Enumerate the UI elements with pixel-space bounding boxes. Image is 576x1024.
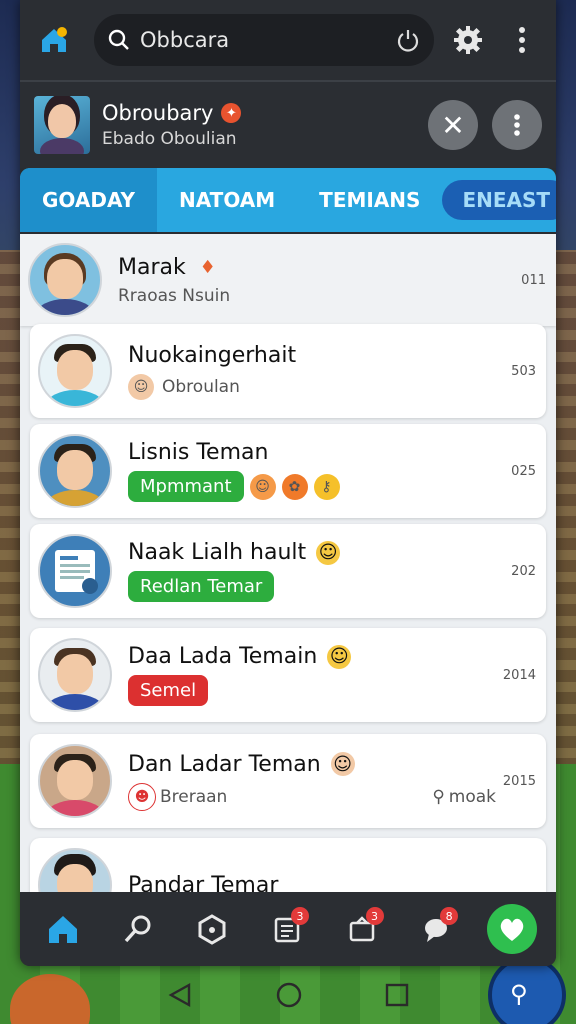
document-icon [55, 550, 98, 594]
tab-temians[interactable]: TEMIANS [297, 168, 442, 232]
nav-search[interactable] [114, 905, 162, 953]
back-icon[interactable] [167, 982, 193, 1008]
contact-status: Obroulan [162, 376, 240, 397]
avatar [38, 434, 112, 508]
fire-icon: ♦ [199, 256, 216, 278]
list-item[interactable]: Daa Lada Temain ☺ Semel 2014 [30, 628, 546, 722]
item-count: 202 [511, 563, 536, 579]
profile-header: Obroubary ✦ Ebado Oboulian ✕ [20, 82, 556, 168]
nav-inbox[interactable]: 3 [338, 905, 386, 953]
tab-eneast[interactable]: ENEAST [442, 180, 556, 220]
contact-name: Daa Lada Temain [128, 644, 318, 669]
chat-button[interactable] [486, 904, 537, 954]
avatar [38, 534, 112, 608]
contact-list: Marak ♦ Rraoas Nsuin 011 Nuokaingerhait ☺… [20, 234, 556, 892]
nav-messages[interactable]: 8 [412, 905, 460, 953]
smiley-icon: ☺ [249, 473, 276, 500]
contact-name: Dan Ladar Teman [128, 751, 321, 777]
home-circle-icon[interactable] [275, 981, 303, 1009]
list-item[interactable]: Naak Lialh hault ☺ Redlan Temar 202 [30, 524, 546, 618]
top-bar: Obbcara [20, 0, 556, 82]
tab-bar: GOADAY NATOAM TEMIANS ENEAST [20, 168, 556, 232]
contact-name: Lisnis Teman [128, 440, 269, 465]
nav-home[interactable] [39, 905, 87, 953]
home-icon [49, 916, 78, 943]
app-window: Obbcara Obroubary ✦ Ebado Oboulian ✕ GOAD… [20, 0, 556, 966]
more-vertical-icon[interactable] [502, 20, 542, 60]
close-icon: ✕ [441, 108, 465, 142]
list-item[interactable]: Lisnis Teman Mpmmant ☺ ✿ ⚷ 025 [30, 424, 546, 518]
avatar [38, 334, 112, 408]
status-badge: Redlan Temar [128, 571, 275, 602]
notification-badge: 3 [290, 907, 309, 925]
hexagon-icon [198, 914, 226, 945]
list-item[interactable]: Pandar Temar 1018 [30, 838, 546, 892]
notification-badge: 3 [365, 907, 384, 925]
more-vertical-icon [514, 114, 520, 136]
contact-name: Naak Lialh hault [128, 540, 307, 565]
status-badge: Mpmmant [128, 471, 244, 502]
avatar-mini-icon: ☺ [128, 373, 154, 400]
status-badge: Semel [128, 675, 209, 706]
bottom-nav: 3 3 8 [20, 892, 556, 966]
tab-goaday[interactable]: GOADAY [20, 168, 158, 232]
avatar [38, 848, 112, 892]
key-icon: ⚷ [313, 473, 340, 500]
home-icon[interactable] [34, 20, 74, 60]
contact-name: Pandar Temar [128, 872, 279, 893]
search-icon [108, 29, 129, 50]
list-item[interactable]: Dan Ladar Teman ☺ ☻ Breraan ⚲ moak 2015 [30, 734, 546, 828]
avatar [38, 744, 112, 818]
nav-hexagon[interactable] [188, 905, 236, 953]
notification-badge: 8 [440, 907, 459, 925]
nav-news[interactable]: 3 [263, 905, 311, 953]
item-count: 2014 [502, 667, 536, 683]
clown-icon: ☻ [128, 782, 156, 811]
recents-icon[interactable] [385, 983, 409, 1007]
close-button[interactable]: ✕ [428, 100, 478, 150]
avatar[interactable] [34, 96, 90, 154]
item-count: 025 [511, 463, 536, 479]
avatar [38, 638, 112, 712]
profile-name: Obroubary [102, 101, 214, 125]
contact-status: Rraoas Nsuin [118, 285, 231, 306]
verified-badge-icon: ✦ [221, 103, 242, 123]
list-item[interactable]: Marak ♦ Rraoas Nsuin 011 [20, 234, 556, 326]
heart-chat-icon [500, 918, 523, 941]
contact-name: Nuokaingerhait [128, 342, 297, 368]
list-item[interactable]: Nuokaingerhait ☺ Obroulan 503 [30, 324, 546, 418]
avatar [28, 243, 102, 317]
tab-natoam[interactable]: NATOAM [157, 168, 297, 232]
pin-icon: ⚲ [432, 786, 445, 807]
system-nav-bar [0, 966, 576, 1024]
avatar-mini-icon: ☺ [330, 752, 355, 776]
cat-icon: ✿ [281, 473, 308, 500]
item-count: 2015 [502, 773, 536, 789]
search-input[interactable]: Obbcara [140, 28, 396, 52]
more-button[interactable] [492, 100, 542, 150]
smiley-icon: ☺ [316, 540, 341, 565]
item-count: 011 [521, 272, 546, 288]
profile-subtitle: Ebado Oboulian [102, 129, 237, 149]
contact-tag: moak [448, 786, 496, 807]
search-bar[interactable]: Obbcara [94, 14, 434, 66]
power-icon[interactable] [396, 28, 420, 52]
contact-name: Marak [118, 254, 186, 280]
gear-icon[interactable] [448, 20, 488, 60]
smiley-icon: ☺ [327, 644, 352, 669]
search-icon [124, 915, 151, 943]
item-count: 503 [511, 363, 536, 379]
contact-status: Breraan [160, 786, 228, 807]
